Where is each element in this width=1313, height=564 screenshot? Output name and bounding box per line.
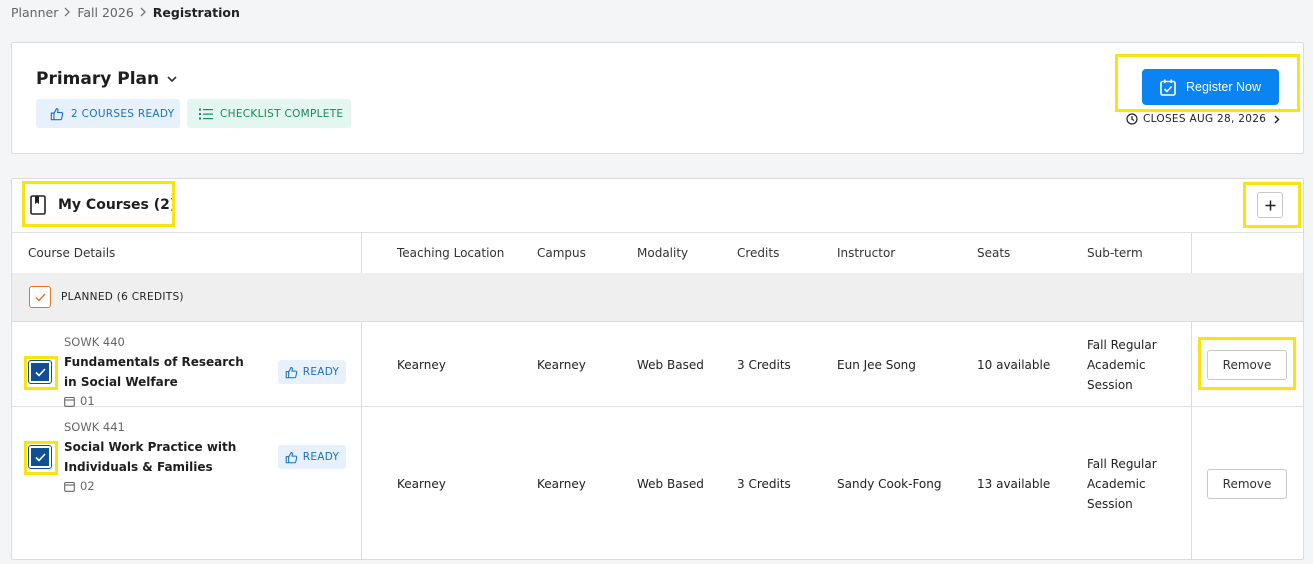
seats-cell: 10 available (977, 358, 1051, 372)
subterm-line: Fall Regular (1087, 338, 1157, 352)
subterm-line: Fall Regular (1087, 457, 1157, 471)
campus-cell: Kearney (537, 477, 586, 491)
planned-label: PLANNED (6 CREDITS) (61, 291, 184, 303)
calendar-check-icon (1160, 79, 1176, 96)
thumbs-up-icon (50, 107, 64, 120)
teaching-location-cell: Kearney (397, 358, 446, 372)
ready-status-badge: READY (278, 360, 346, 384)
check-icon (34, 367, 46, 377)
modality-cell: Web Based (637, 477, 704, 491)
calendar-icon (64, 481, 75, 492)
col-credits: Credits (737, 246, 780, 260)
thumbs-up-icon (285, 451, 297, 463)
course-title[interactable]: Social Work Practice with Individuals & … (64, 437, 254, 477)
remove-course-button[interactable]: Remove (1207, 469, 1287, 499)
col-subterm: Sub-term (1087, 246, 1143, 260)
plan-title: Primary Plan (36, 69, 160, 89)
closes-text: CLOSES AUG 28, 2026 (1143, 113, 1267, 125)
teaching-location-cell: Kearney (397, 477, 446, 491)
checklist-complete-badge: CHECKLIST COMPLETE (187, 99, 351, 128)
campus-cell: Kearney (537, 358, 586, 372)
check-icon (34, 452, 46, 462)
registration-deadline[interactable]: CLOSES AUG 28, 2026 (1126, 113, 1285, 125)
col-seats: Seats (977, 246, 1011, 260)
course-section: 01 (64, 394, 95, 408)
check-icon (35, 293, 46, 302)
col-course-details: Course Details (28, 246, 116, 260)
col-campus: Campus (537, 246, 586, 260)
clock-icon (1126, 113, 1138, 125)
table-row: SOWK 440 Fundamentals of Research in Soc… (12, 322, 1303, 408)
instructor-cell: Sandy Cook-Fong (837, 477, 942, 491)
planned-group-checkbox[interactable] (29, 286, 51, 308)
credits-cell: 3 Credits (737, 358, 791, 372)
course-code: SOWK 441 (64, 420, 125, 434)
register-now-label: Register Now (1185, 80, 1262, 94)
planned-group-row: PLANNED (6 CREDITS) (12, 273, 1303, 322)
ready-text: READY (302, 366, 340, 378)
chevron-down-icon (167, 75, 177, 83)
bookmark-book-icon (30, 195, 46, 215)
credits-cell: 3 Credits (737, 477, 791, 491)
list-icon (199, 108, 213, 119)
breadcrumb-current: Registration (152, 4, 240, 20)
thumbs-up-icon (285, 366, 297, 378)
plus-icon (1265, 200, 1275, 210)
modality-cell: Web Based (637, 358, 704, 372)
subterm-line: Academic (1087, 358, 1146, 372)
course-checkbox[interactable] (28, 360, 52, 384)
calendar-icon (64, 396, 75, 407)
my-courses-header: My Courses (2) (30, 195, 176, 215)
chevron-right-icon (140, 7, 147, 17)
table-row: SOWK 441 Social Work Practice with Indiv… (12, 407, 1303, 559)
my-courses-card: My Courses (2) Course Details Teaching L… (11, 178, 1304, 560)
ready-status-badge: READY (278, 445, 346, 469)
breadcrumb-planner[interactable]: Planner (11, 5, 58, 20)
chevron-right-icon (1274, 115, 1285, 124)
plan-selector[interactable]: Primary Plan (36, 69, 177, 89)
section-number: 02 (80, 479, 95, 493)
seats-cell: 13 available (977, 477, 1051, 491)
instructor-cell: Eun Jee Song (837, 358, 916, 372)
remove-course-button[interactable]: Remove (1207, 350, 1287, 380)
subterm-line: Session (1087, 497, 1133, 511)
breadcrumb: Planner Fall 2026 Registration (11, 4, 240, 20)
breadcrumb-term[interactable]: Fall 2026 (77, 5, 133, 20)
chevron-right-icon (64, 7, 71, 17)
courses-ready-badge: 2 COURSES READY (36, 99, 180, 128)
course-title[interactable]: Fundamentals of Research in Social Welfa… (64, 352, 254, 392)
my-courses-title: My Courses (2) (58, 197, 177, 213)
course-code: SOWK 440 (64, 335, 125, 349)
subterm-cell: Fall Regular Academic Session (1087, 335, 1157, 395)
subterm-line: Session (1087, 378, 1133, 392)
col-instructor: Instructor (837, 246, 896, 260)
courses-ready-text: 2 COURSES READY (71, 107, 175, 120)
ready-text: READY (302, 451, 340, 463)
course-section: 02 (64, 479, 95, 493)
subterm-line: Academic (1087, 477, 1146, 491)
section-number: 01 (80, 394, 95, 408)
subterm-cell: Fall Regular Academic Session (1087, 454, 1157, 514)
course-checkbox[interactable] (28, 445, 52, 469)
checklist-complete-text: CHECKLIST COMPLETE (220, 107, 344, 120)
col-modality: Modality (637, 246, 689, 260)
add-course-button[interactable] (1257, 192, 1283, 218)
plan-card: Primary Plan 2 COURSES READY CHECKLIST C… (11, 42, 1304, 154)
table-header-row: Course Details Teaching Location Campus … (12, 232, 1303, 273)
col-teaching-location: Teaching Location (397, 246, 505, 260)
register-now-button[interactable]: Register Now (1142, 69, 1279, 105)
